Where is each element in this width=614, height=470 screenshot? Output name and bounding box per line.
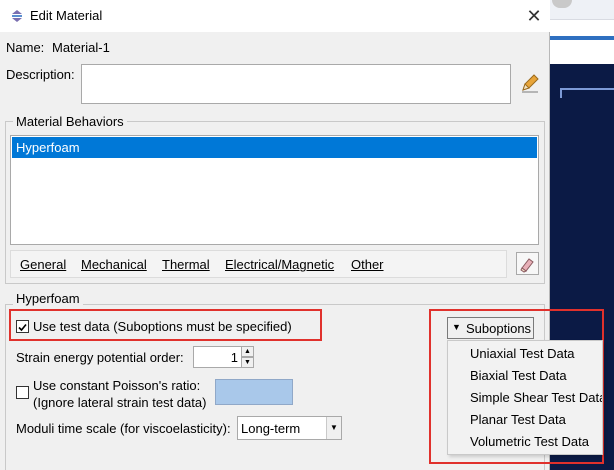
- dropdown-arrow-icon: ▼: [452, 322, 461, 332]
- suboption-simple-shear[interactable]: Simple Shear Test Data: [470, 390, 602, 405]
- menu-electrical-magnetic[interactable]: Electrical/Magnetic: [225, 257, 334, 272]
- spin-up-icon[interactable]: ▲: [241, 346, 254, 357]
- app-icon: [12, 10, 22, 22]
- use-test-data-label: Use test data (Suboptions must be specif…: [33, 319, 292, 334]
- name-label: Name:: [6, 40, 45, 55]
- spin-down-icon[interactable]: ▼: [241, 357, 254, 368]
- hyperfoam-title: Hyperfoam: [13, 291, 83, 306]
- material-behaviors-title: Material Behaviors: [13, 114, 127, 129]
- suboptions-label: Suboptions: [466, 321, 532, 336]
- name-value[interactable]: Material-1: [52, 40, 110, 55]
- strain-order-label: Strain energy potential order:: [16, 350, 184, 365]
- suboption-uniaxial[interactable]: Uniaxial Test Data: [470, 346, 575, 361]
- strain-order-value: 1: [230, 350, 238, 365]
- suboption-volumetric[interactable]: Volumetric Test Data: [470, 434, 589, 449]
- moduli-value: Long-term: [241, 421, 301, 436]
- viewport-line: [560, 88, 614, 90]
- menu-other[interactable]: Other: [351, 257, 384, 272]
- window-title: Edit Material: [30, 8, 103, 23]
- eraser-button[interactable]: [516, 252, 539, 275]
- background-tab-strip: [548, 36, 614, 40]
- description-label: Description:: [6, 67, 75, 82]
- behavior-item-hyperfoam[interactable]: Hyperfoam: [12, 137, 537, 158]
- moduli-label: Moduli time scale (for viscoelasticity):: [16, 421, 231, 436]
- checkmark-icon: [18, 323, 27, 332]
- chevron-down-icon[interactable]: ▼: [326, 417, 341, 439]
- poisson-ratio-field: [215, 379, 293, 405]
- eraser-icon: [520, 258, 534, 273]
- menu-general[interactable]: General: [20, 257, 66, 272]
- close-icon[interactable]: ✕: [524, 6, 544, 26]
- menu-mechanical[interactable]: Mechanical: [81, 257, 147, 272]
- use-test-data-checkbox[interactable]: [16, 320, 29, 333]
- pencil-icon[interactable]: [519, 72, 541, 94]
- viewport-tick: [560, 88, 562, 98]
- suboption-planar[interactable]: Planar Test Data: [470, 412, 566, 427]
- suboption-biaxial[interactable]: Biaxial Test Data: [470, 368, 567, 383]
- menu-thermal[interactable]: Thermal: [162, 257, 210, 272]
- poisson-label-line1: Use constant Poisson's ratio:: [33, 378, 201, 393]
- description-field[interactable]: [81, 64, 511, 104]
- poisson-label-line2: (Ignore lateral strain test data): [33, 395, 207, 410]
- poisson-checkbox[interactable]: [16, 386, 29, 399]
